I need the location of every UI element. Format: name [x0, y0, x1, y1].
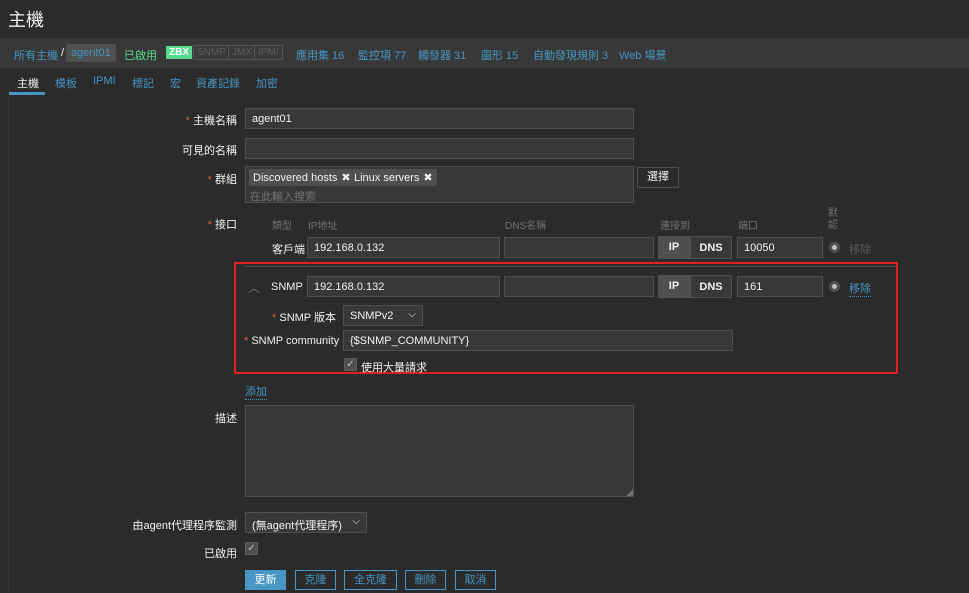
tab-tags[interactable]: 標記 [132, 75, 154, 91]
chevron-down-icon: ⌵ [352, 516, 360, 527]
tab-host[interactable]: 主機 [17, 75, 39, 91]
breadcrumb-separator: / [61, 47, 65, 59]
description-textarea[interactable] [245, 405, 634, 497]
agent-ip-input[interactable]: 192.168.0.132 [307, 237, 500, 258]
active-tab-indicator [9, 92, 45, 95]
agent-connect-ip-button[interactable]: IP [658, 236, 690, 259]
zbx-availability-badge: ZBX [166, 46, 192, 59]
snmp-ip-input[interactable]: 192.168.0.132 [307, 276, 500, 297]
tab-ipmi[interactable]: IPMI [93, 75, 116, 87]
snmp-availability-badge: SNMP [193, 45, 230, 60]
snmp-default-radio[interactable] [829, 281, 840, 292]
snmp-remove-link[interactable]: 移除 [849, 280, 871, 297]
chevron-down-icon: ⌵ [408, 309, 416, 320]
col-connect-header: 連接到 [660, 221, 690, 232]
jmx-availability-badge: JMX [228, 45, 256, 60]
add-interface-link[interactable]: 添加 [245, 383, 267, 400]
ipmi-availability-badge: IPMI [254, 45, 283, 60]
title-bar [0, 0, 969, 36]
agent-connect-dns-button[interactable]: DNS [690, 236, 732, 259]
snmp-interface-type: SNMP [271, 281, 303, 293]
remove-chip-icon[interactable]: ✖ [423, 172, 432, 184]
col-dns-header: DNS名稱 [505, 221, 547, 232]
nav-discovery-rules[interactable]: 自動發現規則 3 [533, 47, 608, 63]
description-label: 描述 [215, 413, 237, 425]
nav-applications[interactable]: 應用集 16 [296, 47, 344, 63]
bulk-requests-label: 使用大量請求 [361, 362, 427, 374]
delete-button[interactable]: 刪除 [405, 570, 446, 590]
col-default-header: 默認 [828, 208, 838, 231]
agent-default-radio[interactable] [829, 242, 840, 253]
nav-triggers[interactable]: 觸發器 31 [418, 47, 466, 63]
clone-button[interactable]: 克隆 [295, 570, 336, 590]
host-name-label: * 主機名稱 [185, 115, 237, 127]
collapse-chevron-icon[interactable]: ︿ [248, 279, 260, 296]
snmp-connect-dns-button[interactable]: DNS [690, 275, 732, 298]
tab-encryption[interactable]: 加密 [256, 75, 278, 91]
snmp-community-label: * SNMP community [244, 335, 340, 347]
tab-templates[interactable]: 模板 [55, 75, 77, 91]
snmp-version-label: * SNMP 版本 [272, 312, 336, 324]
proxy-label: 由agent代理程序監測 [132, 520, 237, 532]
col-port-header: 端口 [738, 221, 758, 232]
enabled-label: 已啟用 [204, 548, 237, 560]
groups-label: * 群組 [207, 174, 237, 186]
tab-macros[interactable]: 宏 [170, 75, 181, 91]
full-clone-button[interactable]: 全克隆 [344, 570, 397, 590]
agent-dns-input[interactable] [504, 237, 654, 258]
col-ip-header: IP地址 [308, 221, 338, 232]
snmp-version-select[interactable]: SNMPv2 ⌵ [343, 305, 423, 326]
nav-items[interactable]: 監控項 77 [358, 47, 406, 63]
groups-select-button[interactable]: 選擇 [637, 167, 679, 188]
page-title: 主機 [8, 10, 44, 30]
interfaces-label: * 接口 [207, 219, 237, 231]
proxy-select[interactable]: (無agent代理程序) ⌵ [245, 512, 367, 533]
group-chip[interactable]: Linux servers ✖ [350, 169, 437, 186]
cancel-button[interactable]: 取消 [455, 570, 496, 590]
visible-name-input[interactable] [245, 138, 634, 159]
enabled-checkbox[interactable]: ✓ [245, 542, 258, 555]
breadcrumb-current-host[interactable]: agent01 [66, 44, 116, 62]
host-name-input[interactable]: agent01 [245, 108, 634, 129]
bulk-requests-checkbox[interactable]: ✓ [344, 358, 357, 371]
agent-remove-link[interactable]: 移除 [849, 241, 871, 257]
nav-graphs[interactable]: 圖形 15 [481, 47, 518, 63]
agent-interface-type: 客戶端 [272, 244, 305, 256]
agent-port-input[interactable]: 10050 [737, 237, 823, 258]
nav-web-scenarios[interactable]: Web 場景 [619, 47, 666, 63]
resize-handle-icon[interactable]: ◢ [626, 487, 633, 498]
group-chip[interactable]: Discovered hosts ✖ [249, 169, 355, 186]
col-type-header: 類型 [272, 221, 292, 232]
visible-name-label: 可見的名稱 [182, 145, 237, 157]
update-button[interactable]: 更新 [245, 570, 286, 590]
tab-inventory[interactable]: 資產記錄 [196, 75, 240, 91]
snmp-connect-ip-button[interactable]: IP [658, 275, 690, 298]
host-status[interactable]: 已啟用 [124, 47, 157, 63]
groups-search-placeholder[interactable]: 在此輸入搜索 [250, 188, 316, 204]
snmp-community-input[interactable]: {$SNMP_COMMUNITY} [343, 330, 733, 351]
snmp-dns-input[interactable] [504, 276, 654, 297]
breadcrumb-all-hosts[interactable]: 所有主機 [14, 47, 58, 63]
snmp-port-input[interactable]: 161 [737, 276, 823, 297]
